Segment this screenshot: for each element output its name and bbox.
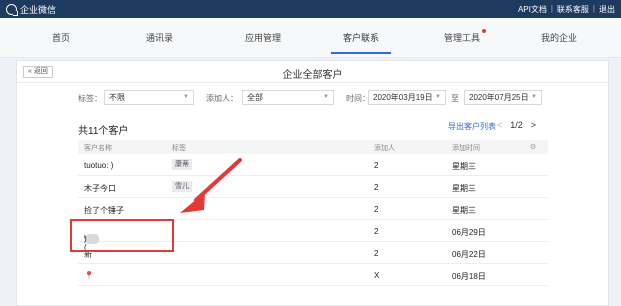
annotation-arrow	[180, 158, 242, 213]
annotation-arrow-shaft	[194, 158, 242, 202]
